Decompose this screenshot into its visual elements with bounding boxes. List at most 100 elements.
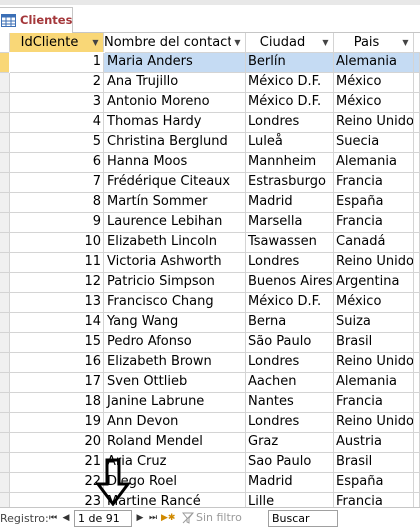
- row-selector[interactable]: [0, 293, 10, 313]
- search-input[interactable]: Buscar: [268, 510, 338, 527]
- table-cell-ci[interactable]: Londres: [246, 353, 334, 373]
- table-cell-ci[interactable]: Londres: [246, 253, 334, 273]
- table-cell-next[interactable]: [414, 333, 420, 353]
- table-row[interactable]: 15 Pedro Afonso São Paulo Brasil: [0, 333, 420, 353]
- table-cell-id[interactable]: 4: [10, 113, 104, 133]
- chevron-down-icon[interactable]: ▼: [401, 38, 410, 47]
- table-cell-next[interactable]: [414, 253, 420, 273]
- table-row[interactable]: 7 Frédérique Citeaux Estrasburgo Francia: [0, 173, 420, 193]
- table-cell-ci[interactable]: Madrid: [246, 193, 334, 213]
- table-row[interactable]: 16 Elizabeth Brown Londres Reino Unido: [0, 353, 420, 373]
- row-selector[interactable]: [0, 153, 10, 173]
- previous-record-button[interactable]: ◀: [60, 512, 72, 524]
- table-cell-nm[interactable]: Sven Ottlieb: [104, 373, 246, 393]
- table-cell-id[interactable]: 19: [10, 413, 104, 433]
- table-cell-next[interactable]: [414, 73, 420, 93]
- table-cell-ci[interactable]: Aachen: [246, 373, 334, 393]
- table-cell-ci[interactable]: Tsawassen: [246, 233, 334, 253]
- table-cell-next[interactable]: [414, 373, 420, 393]
- table-cell-nm[interactable]: Ana Trujillo: [104, 73, 246, 93]
- table-row[interactable]: 8 Martín Sommer Madrid España: [0, 193, 420, 213]
- table-cell-pa[interactable]: Reino Unido: [334, 253, 414, 273]
- table-cell-pa[interactable]: Reino Unido: [334, 353, 414, 373]
- table-cell-nm[interactable]: Christina Berglund: [104, 133, 246, 153]
- table-cell-next[interactable]: [414, 173, 420, 193]
- table-cell-next[interactable]: [414, 193, 420, 213]
- table-cell-nm[interactable]: Thomas Hardy: [104, 113, 246, 133]
- table-cell-pa[interactable]: Alemania: [334, 153, 414, 173]
- table-row[interactable]: 5 Christina Berglund Luleå Suecia: [0, 133, 420, 153]
- table-row[interactable]: 13 Francisco Chang México D.F. México: [0, 293, 420, 313]
- table-cell-pa[interactable]: Brasil: [334, 333, 414, 353]
- column-header-ciudad[interactable]: Ciudad ▼: [246, 33, 334, 53]
- table-cell-pa[interactable]: Brasil: [334, 453, 414, 473]
- row-selector[interactable]: [0, 173, 10, 193]
- table-cell-pa[interactable]: Reino Unido: [334, 113, 414, 133]
- table-row[interactable]: 3 Antonio Moreno México D.F. México: [0, 93, 420, 113]
- table-cell-id[interactable]: 8: [10, 193, 104, 213]
- table-row[interactable]: 4 Thomas Hardy Londres Reino Unido: [0, 113, 420, 133]
- table-row[interactable]: 1 Maria Anders Berlín Alemania: [0, 52, 420, 74]
- column-header-idcliente[interactable]: IdCliente ▼: [10, 33, 104, 53]
- table-cell-next[interactable]: [414, 453, 420, 473]
- table-cell-ci[interactable]: Madrid: [246, 473, 334, 493]
- table-row[interactable]: 12 Patricio Simpson Buenos Aires Argentina: [0, 273, 420, 293]
- table-cell-pa[interactable]: México: [334, 73, 414, 93]
- table-cell-pa[interactable]: Canadá: [334, 233, 414, 253]
- table-cell-nm[interactable]: Elizabeth Brown: [104, 353, 246, 373]
- chevron-down-icon[interactable]: ▼: [321, 38, 330, 47]
- table-cell-next[interactable]: [414, 113, 420, 133]
- table-row[interactable]: 20 Roland Mendel Graz Austria: [0, 433, 420, 453]
- row-selector[interactable]: [0, 53, 10, 73]
- table-cell-nm[interactable]: Laurence Lebihan: [104, 213, 246, 233]
- table-cell-pa[interactable]: Reino Unido: [334, 413, 414, 433]
- table-cell-pa[interactable]: Austria: [334, 433, 414, 453]
- row-selector[interactable]: [0, 193, 10, 213]
- table-row[interactable]: 11 Victoria Ashworth Londres Reino Unido: [0, 253, 420, 273]
- row-selector[interactable]: [0, 433, 10, 453]
- first-record-button[interactable]: ⏮: [47, 512, 59, 524]
- table-cell-id[interactable]: 14: [10, 313, 104, 333]
- table-cell-id[interactable]: 5: [10, 133, 104, 153]
- table-cell-next[interactable]: [414, 413, 420, 433]
- row-selector[interactable]: [0, 393, 10, 413]
- table-cell-pa[interactable]: Francia: [334, 213, 414, 233]
- table-row[interactable]: 6 Hanna Moos Mannheim Alemania: [0, 153, 420, 173]
- table-cell-nm[interactable]: Ann Devon: [104, 413, 246, 433]
- table-cell-id[interactable]: 1: [9, 52, 105, 74]
- table-cell-ci[interactable]: Mannheim: [246, 153, 334, 173]
- table-cell-id[interactable]: 20: [10, 433, 104, 453]
- table-cell-pa[interactable]: Suiza: [334, 313, 414, 333]
- table-cell-next[interactable]: [414, 53, 420, 73]
- column-header-pais[interactable]: Pais ▼: [334, 33, 414, 53]
- filter-toggle[interactable]: Sin filtro: [182, 511, 242, 524]
- table-cell-nm[interactable]: Victoria Ashworth: [104, 253, 246, 273]
- table-cell-nm[interactable]: Martín Sommer: [104, 193, 246, 213]
- table-cell-nm[interactable]: Frédérique Citeaux: [104, 173, 246, 193]
- table-row[interactable]: 21 Aria Cruz Sao Paulo Brasil: [0, 453, 420, 473]
- table-cell-next[interactable]: [414, 473, 420, 493]
- row-selector[interactable]: [0, 413, 10, 433]
- table-cell-id[interactable]: 17: [10, 373, 104, 393]
- row-selector[interactable]: [0, 253, 10, 273]
- table-cell-next[interactable]: [414, 433, 420, 453]
- table-cell-id[interactable]: 6: [10, 153, 104, 173]
- row-selector[interactable]: [0, 133, 10, 153]
- table-cell-ci[interactable]: Londres: [246, 113, 334, 133]
- row-selector[interactable]: [0, 93, 10, 113]
- table-cell-ci[interactable]: Graz: [246, 433, 334, 453]
- table-cell-pa[interactable]: Suecia: [334, 133, 414, 153]
- table-cell-id[interactable]: 10: [10, 233, 104, 253]
- row-selector[interactable]: [0, 453, 10, 473]
- table-cell-id[interactable]: 22: [10, 473, 104, 493]
- new-record-button[interactable]: ▶✱: [161, 512, 175, 524]
- table-cell-ci[interactable]: México D.F.: [246, 73, 334, 93]
- table-cell-pa[interactable]: Francia: [334, 173, 414, 193]
- table-cell-id[interactable]: 15: [10, 333, 104, 353]
- table-cell-id[interactable]: 9: [10, 213, 104, 233]
- row-selector[interactable]: [0, 473, 10, 493]
- table-cell-pa[interactable]: España: [334, 473, 414, 493]
- select-all-corner[interactable]: [0, 33, 10, 53]
- last-record-button[interactable]: ⏭: [147, 512, 159, 524]
- table-row[interactable]: 17 Sven Ottlieb Aachen Alemania: [0, 373, 420, 393]
